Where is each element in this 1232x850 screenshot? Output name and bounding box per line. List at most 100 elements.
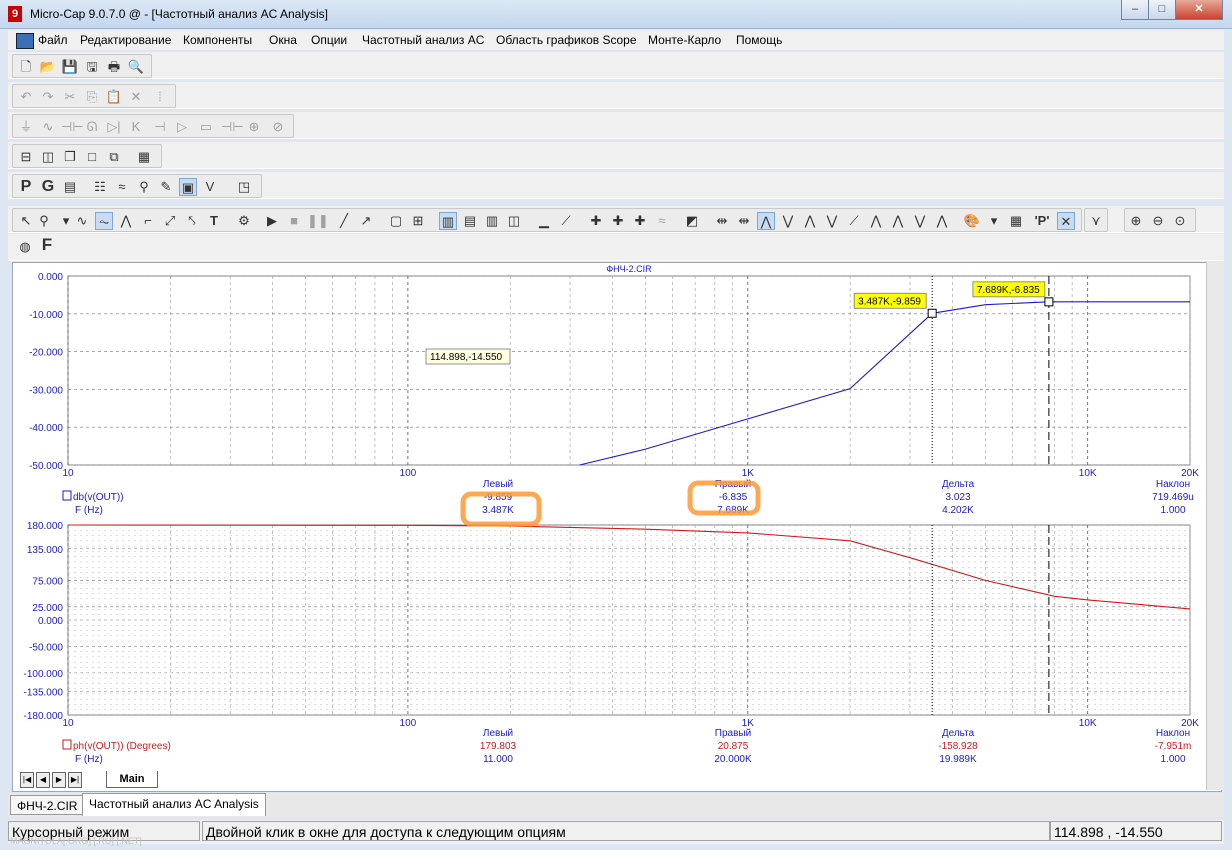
prev-sheet-icon[interactable]: ◀ (36, 772, 50, 788)
x-cursor-icon[interactable]: ✕ (1057, 212, 1075, 230)
new-file-icon[interactable]: 🗋 (17, 58, 35, 76)
print-icon[interactable]: 🖶 (105, 58, 123, 76)
menu-monte-carlo[interactable]: Монте-Карло (648, 33, 721, 47)
wave-icon[interactable]: ≈ (113, 178, 131, 196)
vd-icon[interactable]: V (201, 178, 219, 196)
copy-icon[interactable]: ⎘ (83, 88, 101, 106)
menu-help[interactable]: Помощь (736, 33, 782, 47)
high-icon[interactable]: ⋀ (801, 212, 819, 230)
text-icon[interactable]: T (205, 212, 223, 230)
inflect-icon[interactable]: ⋀ (867, 212, 885, 230)
line-tool-icon[interactable]: ╱ (335, 212, 353, 230)
select-arrow-icon[interactable]: ↖ (17, 212, 35, 230)
plot-area[interactable]: ФНЧ-2.CIR 0.000 -10.000 -20.000 -30.000 -40.0… (13, 263, 1203, 773)
step-icon[interactable]: ⌐ (139, 212, 157, 230)
first-sheet-icon[interactable]: |◀ (20, 772, 34, 788)
arrow-tool-icon[interactable]: ↗ (357, 212, 375, 230)
zoom-fit-icon[interactable]: ⊙ (1171, 212, 1189, 230)
split-icon[interactable]: ◫ (505, 212, 523, 230)
y-cursor-icon[interactable]: ⋎ (1087, 212, 1105, 230)
menu-edit[interactable]: Редактирование (80, 33, 171, 47)
chart-props-icon[interactable]: ◩ (683, 212, 701, 230)
select-all-icon[interactable]: ⦙ (151, 88, 169, 106)
slope-icon[interactable]: ⟋ (845, 212, 863, 230)
paste-icon[interactable]: 📋 (105, 88, 123, 106)
grid-icon[interactable]: ▤ (61, 178, 79, 196)
document-icon[interactable] (16, 33, 34, 49)
globe-icon[interactable]: ◍ (16, 238, 34, 256)
save-icon[interactable]: 💾 (61, 58, 79, 76)
redo-icon[interactable]: ↷ (39, 88, 57, 106)
tag3-icon[interactable]: ✚ (631, 212, 649, 230)
properties-icon[interactable]: ⚙ (235, 212, 253, 230)
top-icon[interactable]: ⋀ (933, 212, 951, 230)
minimize-button[interactable]: – (1121, 0, 1149, 20)
zoom-out-icon[interactable]: ⊖ (1149, 212, 1167, 230)
stop-icon[interactable]: ■ (285, 212, 303, 230)
zoom-in-icon[interactable]: ⊕ (1127, 212, 1145, 230)
menu-options[interactable]: Опции (311, 33, 347, 47)
nmos-icon[interactable]: ⊣ (151, 118, 169, 136)
table-icon[interactable]: ▤ (461, 212, 479, 230)
menu-windows[interactable]: Окна (269, 33, 297, 47)
calculator-icon[interactable]: ▦ (135, 148, 153, 166)
scope-icon[interactable]: ◳ (235, 178, 253, 196)
dropdown-arrow-icon[interactable]: ⚲ (35, 212, 53, 230)
tab-main[interactable]: Main (106, 771, 158, 788)
run-icon[interactable]: ▶ (263, 212, 281, 230)
global-low-icon[interactable]: ⋁ (911, 212, 929, 230)
save-all-icon[interactable]: 🖫 (83, 58, 101, 76)
p-button[interactable]: P (17, 178, 35, 196)
font-button[interactable]: F (38, 236, 56, 254)
tab-circuit-file[interactable]: ФНЧ-2.CIR (10, 795, 85, 815)
horizontal-tile-icon[interactable]: ⊟ (17, 148, 35, 166)
valley-icon[interactable]: ⋁ (779, 212, 797, 230)
grid-toggle-icon[interactable]: ⊞ (409, 212, 427, 230)
undo-icon[interactable]: ↶ (17, 88, 35, 106)
open-file-icon[interactable]: 📂 (39, 58, 57, 76)
tag-icon[interactable]: ✚ (587, 212, 605, 230)
ground-icon[interactable]: ⏚ (17, 118, 35, 136)
list-icon[interactable]: ☷ (91, 178, 109, 196)
cut-icon[interactable]: ✂ (61, 88, 79, 106)
peak-right-icon[interactable]: ⇹ (735, 212, 753, 230)
vertical-tile-icon[interactable]: ◫ (39, 148, 57, 166)
menu-ac-analysis[interactable]: Частотный анализ AC (362, 33, 484, 47)
voltage-source-icon[interactable]: ⊘ (269, 118, 287, 136)
box-icon[interactable]: ▢ (387, 212, 405, 230)
menu-scope[interactable]: Область графиков Scope (496, 33, 637, 47)
battery-icon[interactable]: ⊣⊢ (221, 118, 244, 136)
low-icon[interactable]: ⋁ (823, 212, 841, 230)
columns-icon[interactable]: ▥ (483, 212, 501, 230)
capacitor-icon[interactable]: ⊣⊢ (61, 118, 84, 136)
g-button[interactable]: G (39, 178, 57, 196)
menu-components[interactable]: Компоненты (183, 33, 252, 47)
restore-icon[interactable]: ⧉ (105, 148, 123, 166)
chevron-down-icon[interactable]: ▾ (985, 212, 1003, 230)
vertical-scrollbar[interactable] (1206, 262, 1224, 790)
tab-ac-analysis[interactable]: Частотный анализ AC Analysis (82, 793, 266, 816)
pen-icon[interactable]: ✎ (157, 178, 175, 196)
inductor-icon[interactable]: ᘏ (83, 118, 101, 136)
p-quote-icon[interactable]: 'P' (1033, 212, 1051, 230)
maximize-icon[interactable]: □ (83, 148, 101, 166)
diode-icon[interactable]: ▷| (105, 118, 123, 136)
minor-grid-icon[interactable]: ▥ (439, 212, 457, 230)
cascade-icon[interactable]: ❐ (61, 148, 79, 166)
scale-icon[interactable]: ∿ (73, 212, 91, 230)
numeric-output-icon[interactable]: ▦ (1007, 212, 1025, 230)
peak-left-icon[interactable]: ⇹ (713, 212, 731, 230)
opamp-icon[interactable]: ▷ (173, 118, 191, 136)
cursor-mode-icon[interactable]: ⏦ (95, 212, 113, 230)
delete-icon[interactable]: ✕ (127, 88, 145, 106)
tag4-icon[interactable]: ≈ (653, 212, 671, 230)
resistor-icon[interactable]: ∿ (39, 118, 57, 136)
current-source-icon[interactable]: ⊕ (245, 118, 263, 136)
palette-icon[interactable]: 🎨 (963, 212, 981, 230)
pause-icon[interactable]: ❚❚ (307, 212, 329, 230)
source-icon[interactable]: ▭ (197, 118, 215, 136)
print-preview-icon[interactable]: 🔍 (127, 58, 145, 76)
probe-icon[interactable]: ⚲ (135, 178, 153, 196)
peak-icon[interactable]: ⋀ (757, 212, 775, 230)
close-button[interactable]: ✕ (1175, 0, 1223, 20)
